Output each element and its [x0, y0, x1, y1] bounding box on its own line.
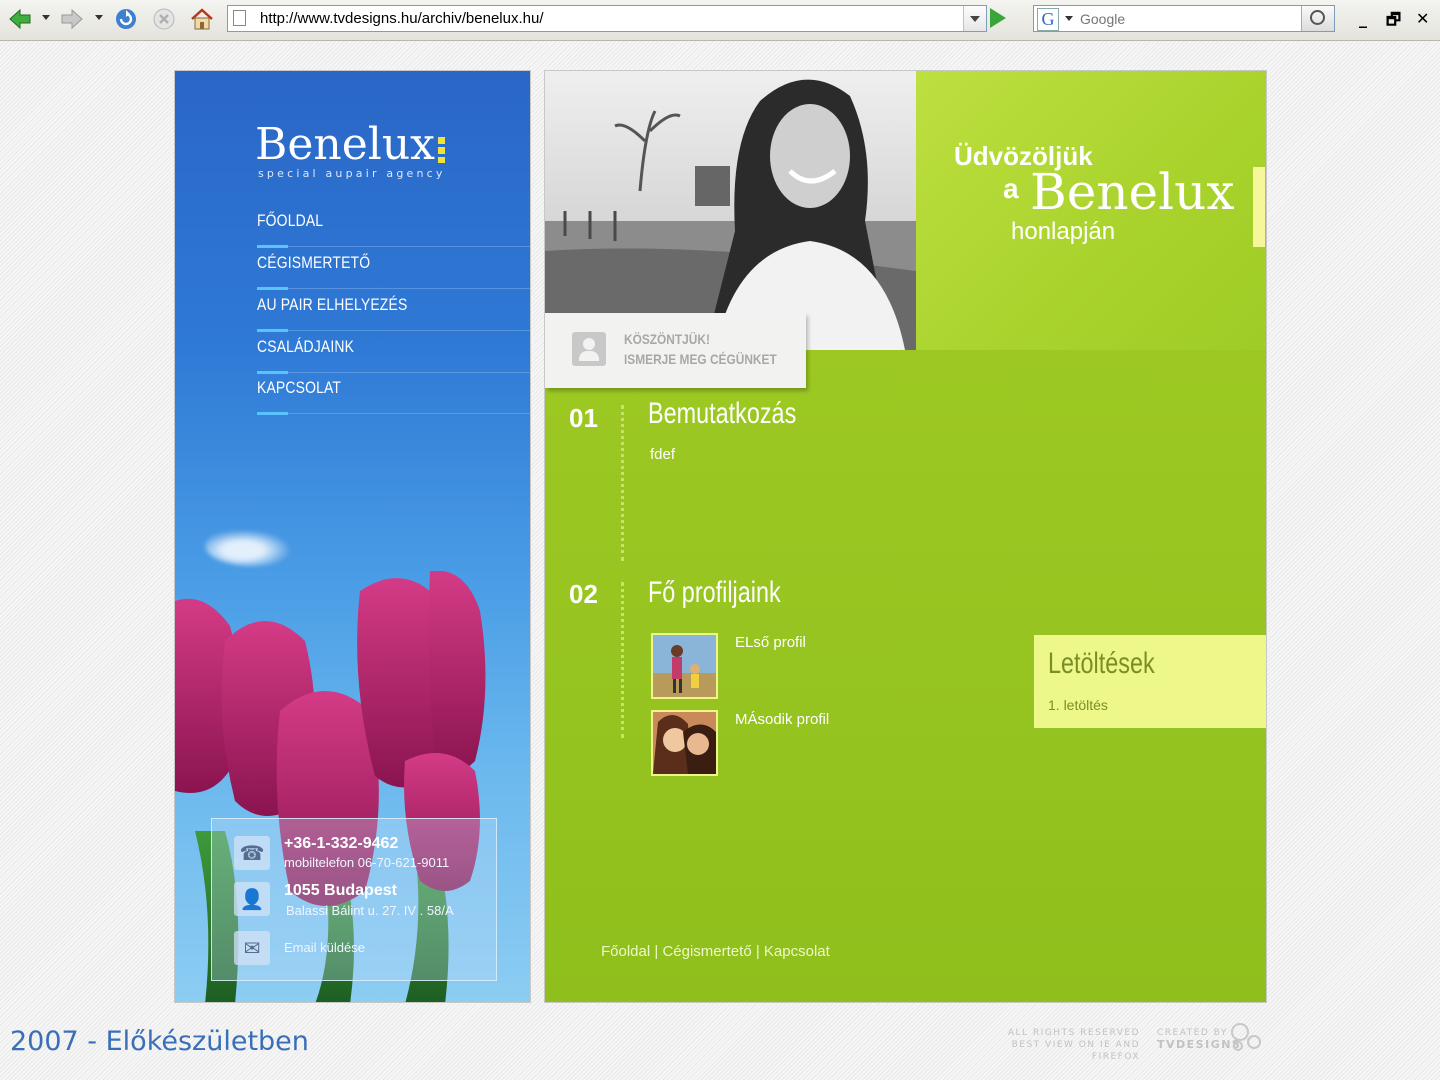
browser-toolbar: http://www.tvdesigns.hu/archiv/benelux.h…: [0, 0, 1440, 41]
gears-icon: [1231, 1023, 1261, 1051]
email-link[interactable]: Email küldése: [284, 940, 365, 955]
welcome-name: Benelux: [1030, 163, 1235, 221]
greeting-box[interactable]: KÖSZÖNTJÜK! ISMERJE MEG CÉGÜNKET: [545, 313, 806, 388]
search-box[interactable]: G: [1033, 5, 1335, 32]
forward-arrow-icon[interactable]: [58, 5, 86, 33]
section-title: Bemutatkozás: [648, 397, 797, 430]
main-content: Üdvözöljük a Benelux honlapján KÖSZÖNTJÜ…: [544, 70, 1267, 1003]
go-icon[interactable]: [990, 8, 1006, 28]
welcome-accent-bar: [1253, 167, 1265, 247]
downloads-box: Letöltések 1. letöltés: [1034, 635, 1266, 728]
welcome-line3: honlapján: [1011, 218, 1116, 245]
profile-link[interactable]: MÁsodik profil: [735, 711, 829, 728]
contact-city: 1055 Budapest: [284, 882, 397, 899]
nav-item-fooldal[interactable]: FŐOLDAL: [257, 206, 530, 248]
section-divider: [621, 582, 624, 738]
section-number: 01: [569, 403, 598, 433]
contact-phone: +36-1-332-9462: [284, 835, 399, 852]
nav-label: AU PAIR ELHELYEZÉS: [257, 295, 408, 314]
person-icon: 👤: [234, 882, 270, 916]
address-bar[interactable]: http://www.tvdesigns.hu/archiv/benelux.h…: [227, 5, 987, 32]
nav-label: FŐOLDAL: [257, 211, 324, 230]
site-tagline: special aupair agency: [258, 167, 446, 180]
person-icon: [572, 332, 606, 366]
address-dropdown-icon[interactable]: [963, 6, 986, 31]
footer-link-kapcsolat[interactable]: Kapcsolat: [764, 943, 830, 960]
close-button[interactable]: ✕: [1416, 9, 1429, 28]
page-caption: 2007 - Előkészületben: [10, 1026, 309, 1057]
page-icon: [233, 10, 246, 26]
credits-rights: ALL RIGHTS RESERVED: [1007, 1028, 1140, 1038]
footer-separator: |: [755, 943, 760, 960]
credits-bestview: BEST VIEW ON IE AND FIREFOX: [1011, 1040, 1140, 1062]
back-dropdown-icon[interactable]: [42, 15, 50, 20]
footer-link-fooldal[interactable]: Főoldal: [601, 943, 650, 960]
download-link[interactable]: 1. letöltés: [1048, 697, 1108, 713]
search-icon[interactable]: [1301, 6, 1334, 31]
phone-icon: ☎: [234, 836, 270, 870]
nav-label: CSALÁDJAINK: [257, 337, 355, 356]
profile-link[interactable]: ELső profil: [735, 634, 806, 651]
nav-item-cegismerteto[interactable]: CÉGISMERTETŐ: [257, 248, 530, 290]
section-divider: [621, 405, 624, 561]
minimize-button[interactable]: _: [1359, 9, 1367, 28]
sidebar: Benelux special aupair agency FŐOLDAL CÉ…: [174, 70, 531, 1003]
welcome-banner: Üdvözöljük a Benelux honlapján: [916, 71, 1266, 350]
address-url[interactable]: http://www.tvdesigns.hu/archiv/benelux.h…: [260, 10, 544, 27]
site-logo[interactable]: Benelux: [255, 119, 435, 170]
hero-photo: [545, 71, 916, 350]
profile-thumbnail[interactable]: [651, 710, 718, 776]
welcome-a: a: [1003, 173, 1019, 204]
profile-thumbnail[interactable]: [651, 633, 718, 699]
footer-separator: |: [654, 943, 659, 960]
refresh-icon[interactable]: [112, 5, 140, 33]
nav-label: KAPCSOLAT: [257, 378, 342, 397]
stop-icon[interactable]: [150, 5, 178, 33]
search-input[interactable]: [1078, 6, 1304, 31]
contact-box: ☎ +36-1-332-9462 mobiltelefon 06-70-621-…: [211, 818, 497, 981]
search-engine-logo[interactable]: G: [1037, 8, 1059, 31]
greeting-line1: KÖSZÖNTJÜK!: [624, 331, 710, 347]
home-icon[interactable]: [188, 5, 216, 33]
nav-item-kapcsolat[interactable]: KAPCSOLAT: [257, 373, 530, 415]
forward-dropdown-icon[interactable]: [95, 15, 103, 20]
contact-mobile: mobiltelefon 06-70-621-9011: [284, 855, 450, 870]
credits: ALL RIGHTS RESERVED BEST VIEW ON IE AND …: [978, 1027, 1140, 1063]
section-title: Fő profiljaink: [648, 576, 781, 609]
restore-button[interactable]: 🗗: [1386, 9, 1401, 36]
cloud-image: [205, 526, 300, 566]
footer-link-cegismerteto[interactable]: Cégismertető: [662, 943, 751, 960]
contact-street: Balassi Bálint u. 27. IV . 58/A: [286, 903, 454, 918]
footer-nav: Főoldal | Cégismertető | Kapcsolat: [601, 943, 830, 960]
greeting-line2: ISMERJE MEG CÉGÜNKET: [624, 351, 777, 367]
downloads-title: Letöltések: [1048, 647, 1155, 680]
search-engine-dropdown-icon[interactable]: [1065, 16, 1073, 21]
envelope-icon[interactable]: ✉: [234, 931, 270, 965]
nav-underline: [257, 412, 288, 415]
nav-item-csaladjaink[interactable]: CSALÁDJAINK: [257, 332, 530, 374]
section-number: 02: [569, 579, 598, 609]
logo-dots: [438, 137, 445, 163]
section-text: fdef: [650, 446, 676, 463]
back-arrow-icon[interactable]: [6, 5, 34, 33]
nav-item-au-pair[interactable]: AU PAIR ELHELYEZÉS: [257, 290, 530, 332]
nav-label: CÉGISMERTETŐ: [257, 253, 371, 272]
